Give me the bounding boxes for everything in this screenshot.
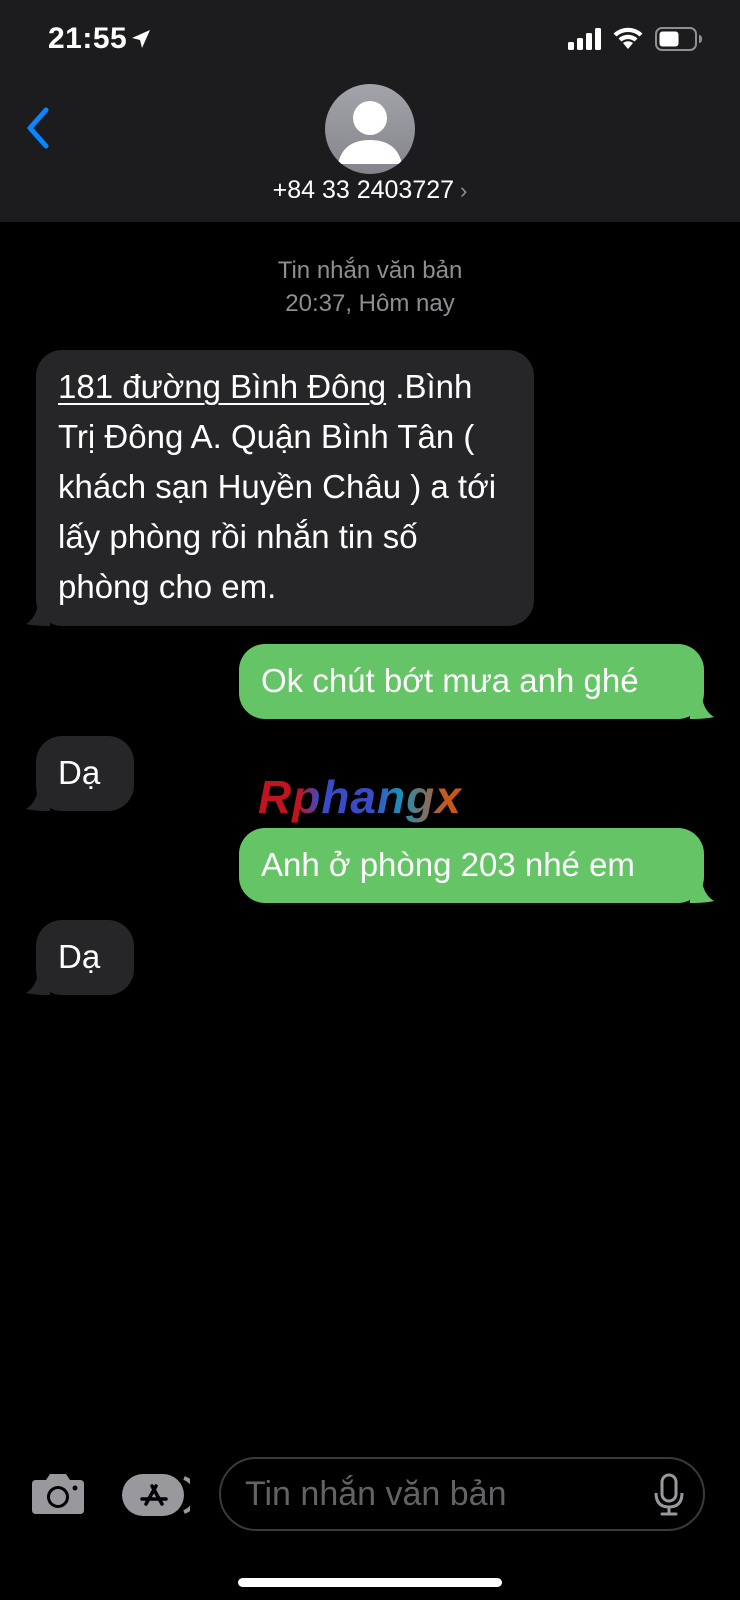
battery-icon bbox=[655, 27, 702, 51]
message-text: Dạ bbox=[58, 938, 101, 975]
home-indicator[interactable] bbox=[238, 1578, 502, 1587]
microphone-icon[interactable] bbox=[653, 1473, 685, 1517]
status-time: 21:55 bbox=[48, 22, 128, 55]
bubble-tail bbox=[690, 881, 714, 903]
contact-number: +84 33 2403727 bbox=[272, 176, 455, 204]
message-bubble-received[interactable]: 181 đường Bình Đông .Bình Trị Đông A. Qu… bbox=[26, 350, 534, 626]
signal-icon bbox=[568, 28, 601, 50]
location-arrow-icon bbox=[132, 30, 150, 48]
app-store-button[interactable] bbox=[122, 1474, 199, 1516]
camera-icon bbox=[32, 1474, 84, 1514]
bubble-tail bbox=[690, 697, 714, 719]
message-bubble-sent[interactable]: Ok chút bớt mưa anh ghé bbox=[239, 644, 714, 719]
watermark-logo: Rphangx bbox=[258, 771, 462, 823]
message-input-field[interactable] bbox=[219, 1457, 705, 1531]
address-link[interactable]: 181 đường Bình Đông bbox=[58, 368, 386, 405]
message-timestamp: Tin nhắn văn bản 20:37, Hôm nay bbox=[0, 254, 740, 320]
back-chevron-icon bbox=[27, 107, 49, 149]
wifi-icon bbox=[613, 27, 643, 49]
timestamp-time: 20:37, Hôm nay bbox=[285, 290, 455, 317]
conversation-header: 21:55 +84 33 2403727 › bbox=[0, 0, 740, 222]
message-text: Ok chút bớt mưa anh ghé bbox=[261, 662, 639, 699]
message-bubble-received[interactable]: Dạ bbox=[26, 736, 134, 811]
message-input[interactable] bbox=[243, 1473, 627, 1515]
camera-button[interactable] bbox=[30, 1472, 86, 1521]
bubble-tail bbox=[26, 604, 50, 626]
message-bubble-received[interactable]: Dạ bbox=[26, 920, 134, 995]
contact-name[interactable]: +84 33 2403727 › bbox=[0, 176, 740, 205]
contact-avatar-icon bbox=[338, 101, 402, 164]
message-text: Anh ở phòng 203 nhé em bbox=[261, 846, 635, 883]
bubble-tail bbox=[26, 789, 50, 811]
bubble-tail bbox=[26, 973, 50, 995]
message-text: Dạ bbox=[58, 754, 101, 791]
contact-avatar[interactable] bbox=[325, 84, 415, 174]
message-bubble-sent[interactable]: Anh ở phòng 203 nhé em bbox=[239, 828, 714, 903]
contact-chevron-icon: › bbox=[460, 178, 468, 203]
app-store-icon bbox=[122, 1474, 199, 1516]
timestamp-service-label: Tin nhắn văn bản bbox=[277, 257, 463, 284]
back-button[interactable] bbox=[22, 106, 62, 154]
